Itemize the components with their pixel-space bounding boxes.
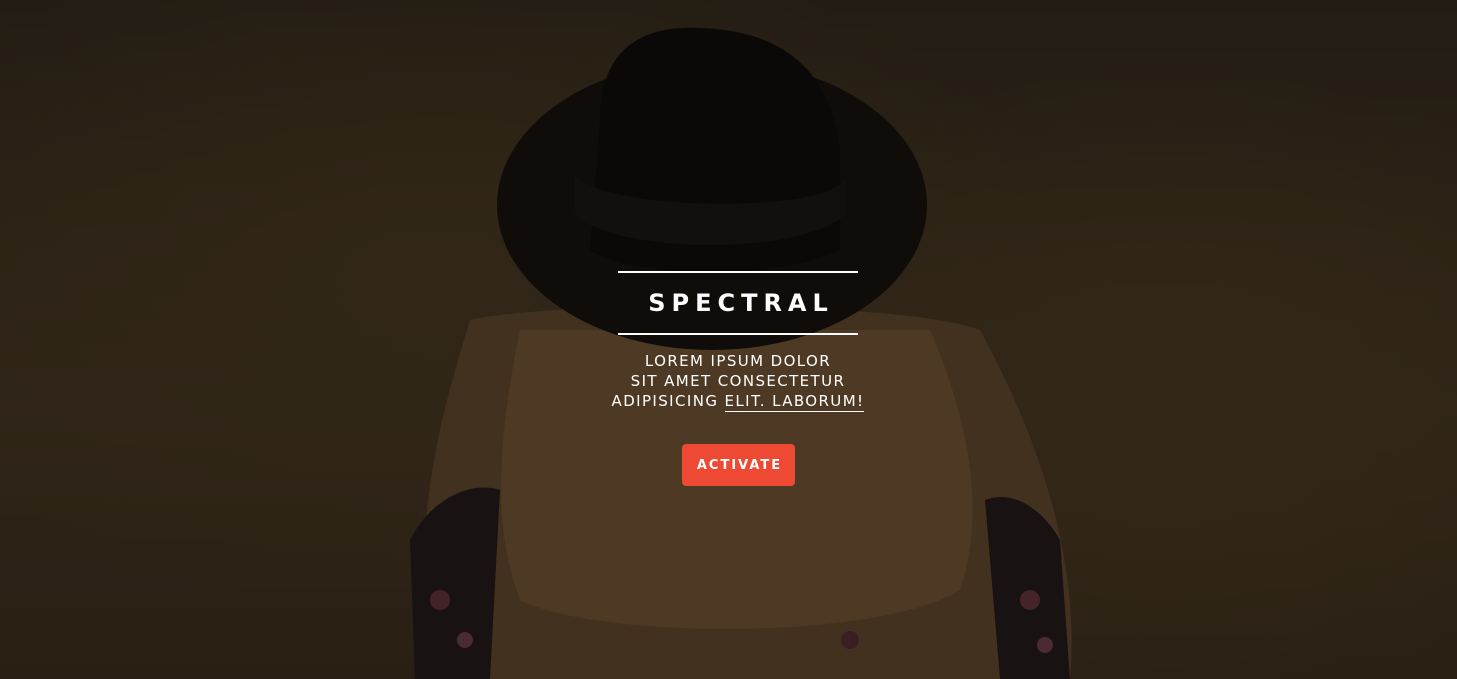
- subtitle-line-1: LOREM IPSUM DOLOR: [644, 352, 832, 370]
- banner: SPECTRAL LOREM IPSUM DOLOR SIT AMET CONS…: [0, 0, 1457, 679]
- subtitle-line-2: SIT AMET CONSECTETUR: [630, 372, 846, 390]
- subtitle-line-3: ADIPISICING ELIT. LABORUM!: [560, 391, 916, 412]
- title-frame: SPECTRAL: [618, 271, 858, 335]
- banner-subtitle: LOREM IPSUM DOLOR SIT AMET CONSECTETUR A…: [560, 351, 916, 412]
- page-title: SPECTRAL: [648, 289, 834, 317]
- subtitle-line-3-text: ADIPISICING: [611, 392, 725, 410]
- subtitle-link[interactable]: ELIT. LABORUM!: [724, 392, 865, 412]
- activate-button[interactable]: ACTIVATE: [682, 444, 795, 486]
- page: SPECTRAL LOREM IPSUM DOLOR SIT AMET CONS…: [0, 0, 1457, 679]
